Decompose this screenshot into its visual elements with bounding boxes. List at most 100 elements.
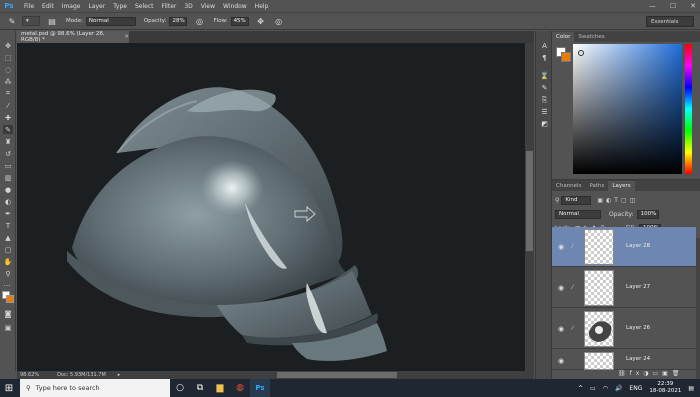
- crop-tool-icon[interactable]: ⌗: [3, 89, 13, 98]
- paragraph-panel-icon[interactable]: ¶: [539, 53, 550, 63]
- layers-scrollbar[interactable]: [696, 238, 700, 380]
- pen-tool-icon[interactable]: ✒: [3, 209, 13, 218]
- tray-chevron-icon[interactable]: ^: [578, 385, 583, 392]
- status-menu-icon[interactable]: ▸: [118, 372, 121, 378]
- menu-filter[interactable]: Filter: [162, 3, 177, 10]
- visibility-eye-icon[interactable]: ◉: [556, 283, 566, 292]
- shape-tool-icon[interactable]: ▢: [3, 245, 13, 254]
- layer-actions-bar[interactable]: ⛓fx◑▭▣🗑: [618, 370, 683, 377]
- adjustments-icon[interactable]: ◩: [539, 119, 550, 129]
- healing-tool-icon[interactable]: ✚: [3, 113, 13, 122]
- language-indicator[interactable]: ENG: [629, 385, 642, 392]
- tab-paths[interactable]: Paths: [585, 181, 608, 191]
- screen-mode-icon[interactable]: ▣: [3, 323, 13, 332]
- clone-source-icon[interactable]: ⎘: [539, 95, 550, 105]
- layer-row-28[interactable]: ◉ ⁄ Layer 28: [552, 227, 696, 267]
- tab-channels[interactable]: Channels: [552, 181, 585, 191]
- pressure-opacity-icon[interactable]: ◎: [193, 15, 205, 27]
- mode-select[interactable]: Normal: [85, 16, 136, 26]
- layer-kind-filter[interactable]: Kind: [561, 195, 592, 205]
- layer-row-27[interactable]: ◉ ⁄ Layer 27: [552, 268, 696, 308]
- visibility-eye-icon[interactable]: ◉: [556, 242, 566, 251]
- file-explorer-icon[interactable]: ▆: [210, 379, 230, 397]
- menu-image[interactable]: Image: [62, 3, 81, 10]
- layer-name[interactable]: Layer 24: [626, 356, 650, 362]
- path-select-tool-icon[interactable]: ▲: [3, 233, 13, 242]
- brush-tool-icon[interactable]: ✎: [6, 15, 18, 27]
- blend-mode-select[interactable]: Normal: [555, 209, 601, 219]
- tab-color[interactable]: Color: [552, 32, 575, 42]
- brush-panel-icon[interactable]: ▤: [46, 15, 58, 27]
- hand-tool-icon[interactable]: ✋: [3, 257, 13, 266]
- menu-view[interactable]: View: [201, 3, 215, 10]
- menu-help[interactable]: Help: [255, 3, 269, 10]
- background-color[interactable]: [561, 52, 571, 62]
- move-tool-icon[interactable]: ✥: [3, 41, 13, 50]
- minimize-button[interactable]: —: [649, 2, 656, 10]
- fg-bg-colors[interactable]: [556, 47, 572, 63]
- zoom-level[interactable]: 98.62%: [20, 372, 39, 378]
- menu-select[interactable]: Select: [135, 3, 154, 10]
- flow-field[interactable]: 45%: [230, 16, 249, 26]
- menu-window[interactable]: Window: [223, 3, 247, 10]
- color-picker-field[interactable]: [573, 44, 682, 174]
- properties-icon[interactable]: ☰: [539, 107, 550, 117]
- layer-opacity-field[interactable]: 100%: [636, 209, 659, 219]
- document-tab[interactable]: metal.psd @ 98.6% (Layer 28, RGB/8) * ✕: [17, 31, 129, 43]
- pressure-size-icon[interactable]: ◎: [273, 15, 285, 27]
- maximize-button[interactable]: ☐: [670, 2, 676, 10]
- gradient-tool-icon[interactable]: ▥: [3, 173, 13, 182]
- lasso-tool-icon[interactable]: ◌: [3, 65, 13, 74]
- network-icon[interactable]: ◠: [603, 385, 608, 392]
- task-view-icon[interactable]: ⧉: [190, 379, 210, 397]
- eraser-tool-icon[interactable]: ▭: [3, 161, 13, 170]
- clock[interactable]: 22:39 18-08-2021: [649, 381, 681, 395]
- cortana-icon[interactable]: ○: [170, 379, 190, 397]
- menu-edit[interactable]: Edit: [42, 3, 54, 10]
- notifications-icon[interactable]: ▤: [688, 385, 694, 392]
- airbrush-icon[interactable]: ✥: [255, 15, 267, 27]
- brush-preset-picker[interactable]: ▾: [22, 16, 40, 26]
- tab-layers[interactable]: Layers: [608, 181, 635, 191]
- layer-filter-icons[interactable]: ▣◐T▢◫: [597, 197, 638, 204]
- layer-row-26[interactable]: ◉ ⁄ Layer 26: [552, 309, 696, 349]
- visibility-eye-icon[interactable]: ◉: [556, 356, 566, 365]
- layer-name[interactable]: Layer 27: [626, 284, 650, 290]
- clone-stamp-tool-icon[interactable]: ♜: [3, 137, 13, 146]
- type-tool-icon[interactable]: T: [3, 221, 13, 230]
- zoom-tool-icon[interactable]: ⚲: [3, 269, 13, 278]
- chrome-icon[interactable]: ◍: [230, 379, 250, 397]
- opacity-field[interactable]: 28%: [169, 16, 188, 26]
- tab-swatches[interactable]: Swatches: [574, 32, 608, 42]
- canvas-vertical-scrollbar[interactable]: [525, 43, 534, 371]
- vertical-scroll-thumb[interactable]: [526, 151, 533, 251]
- horizontal-scroll-thumb[interactable]: [277, 372, 397, 378]
- brush-tool-icon[interactable]: ✎: [3, 125, 13, 134]
- marquee-tool-icon[interactable]: ⬚: [3, 53, 13, 62]
- menu-3d[interactable]: 3D: [184, 3, 192, 10]
- character-panel-icon[interactable]: A: [539, 41, 550, 51]
- menu-file[interactable]: File: [24, 3, 34, 10]
- battery-icon[interactable]: ▭: [590, 385, 596, 392]
- layer-name[interactable]: Layer 28: [626, 243, 650, 249]
- layer-name[interactable]: Layer 26: [626, 325, 650, 331]
- color-picker-handle[interactable]: [578, 50, 584, 56]
- dodge-tool-icon[interactable]: ◐: [3, 197, 13, 206]
- layer-row-24[interactable]: ◉ Layer 24: [552, 350, 696, 370]
- close-tab-icon[interactable]: ✕: [124, 34, 129, 40]
- photoshop-taskbar-icon[interactable]: Ps: [250, 379, 270, 397]
- eyedropper-tool-icon[interactable]: ⁄: [3, 101, 13, 110]
- canvas[interactable]: [17, 43, 525, 371]
- close-button[interactable]: ✕: [690, 2, 696, 10]
- blur-tool-icon[interactable]: ●: [3, 185, 13, 194]
- menu-layer[interactable]: Layer: [88, 3, 105, 10]
- workspace-switcher[interactable]: Essentials: [646, 16, 694, 27]
- volume-icon[interactable]: 🔊: [615, 385, 622, 392]
- quick-mask-icon[interactable]: ◙: [3, 309, 13, 318]
- more-tools-icon[interactable]: …: [2, 279, 12, 288]
- hue-slider[interactable]: [685, 44, 692, 174]
- taskbar-search-box[interactable]: ⚲ Type here to search: [20, 379, 170, 397]
- menu-type[interactable]: Type: [113, 3, 127, 10]
- background-color-swatch[interactable]: [6, 295, 14, 303]
- quick-select-tool-icon[interactable]: ⁂: [3, 77, 13, 86]
